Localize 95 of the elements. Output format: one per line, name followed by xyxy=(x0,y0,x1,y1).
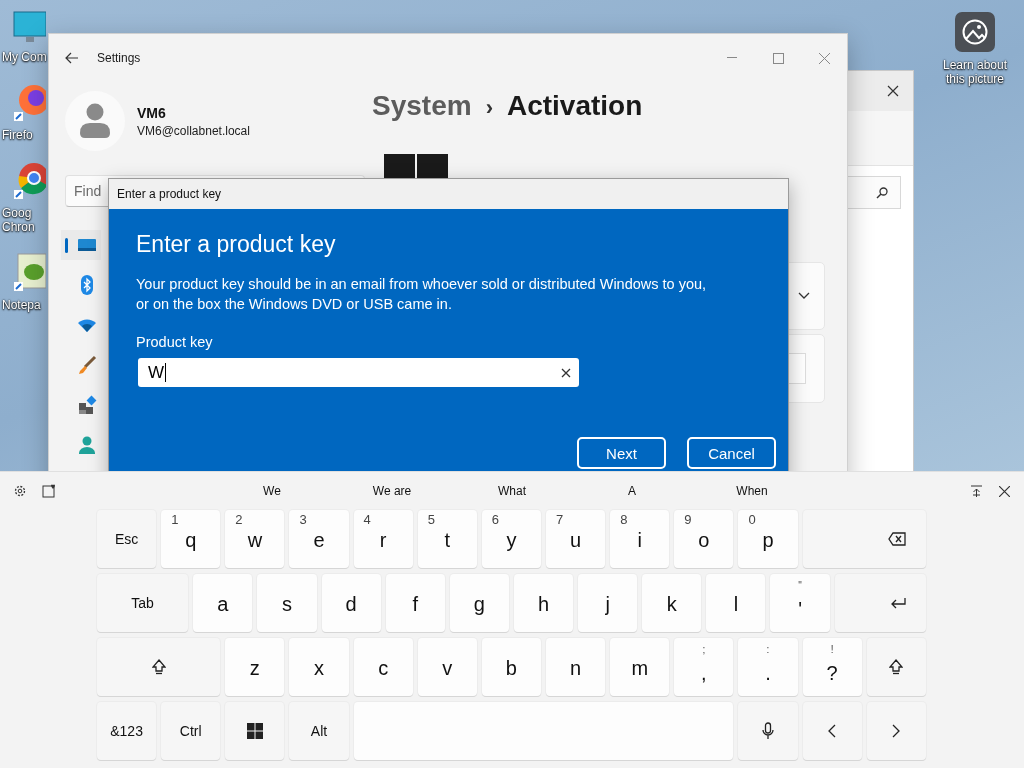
windows-logo-icon xyxy=(384,154,448,178)
dialog-heading: Enter a product key xyxy=(136,231,337,258)
key-hint: 3 xyxy=(299,512,307,527)
key-hint: 6 xyxy=(491,512,500,527)
key[interactable]: x xyxy=(289,638,349,696)
key[interactable]: Ctrl xyxy=(161,702,221,760)
notepad-icon xyxy=(12,252,46,292)
key-hint: " xyxy=(797,580,803,591)
key[interactable]: 8 i xyxy=(610,510,670,568)
chevron-down-icon xyxy=(798,292,810,300)
key[interactable]: ! ? xyxy=(802,638,862,696)
backspace-icon xyxy=(887,532,906,546)
shift-icon xyxy=(151,659,166,675)
key[interactable]: &123 xyxy=(97,702,157,760)
key[interactable]: b xyxy=(481,638,541,696)
key[interactable]: d xyxy=(321,574,381,632)
key[interactable]: Tab xyxy=(97,574,189,632)
key[interactable]: : . xyxy=(738,638,798,696)
key-hint: 5 xyxy=(427,512,435,527)
key[interactable]: 1 q xyxy=(161,510,221,568)
word-suggestion[interactable]: A xyxy=(572,484,692,498)
clear-icon[interactable] xyxy=(561,367,571,378)
key[interactable]: Esc xyxy=(97,510,157,568)
key[interactable]: 0 p xyxy=(738,510,798,568)
key[interactable]: s xyxy=(257,574,317,632)
key[interactable]: a xyxy=(193,574,253,632)
monitor-icon xyxy=(12,10,46,44)
key[interactable]: g xyxy=(449,574,509,632)
dialog-description: Your product key should be in an email from whoever sold or distributed Windows to you, or on the box the Windows DVD or USB came in. xyxy=(136,275,708,314)
picture-info-button[interactable] xyxy=(955,12,995,52)
enter-icon xyxy=(889,597,906,609)
key-hint: 4 xyxy=(363,512,371,527)
key-hint: ; xyxy=(701,644,707,655)
user-email: VM6@collabnet.local xyxy=(137,123,250,138)
windows-icon xyxy=(246,723,263,739)
field-label: Product key xyxy=(136,334,214,350)
chevron-right-icon xyxy=(892,724,901,738)
microphone-key[interactable] xyxy=(738,702,798,760)
key[interactable]: c xyxy=(353,638,413,696)
word-suggestion[interactable]: When xyxy=(692,484,812,498)
key-hint: 0 xyxy=(748,512,756,527)
key-hint: 2 xyxy=(235,512,243,527)
page-title: Activation xyxy=(506,90,643,122)
browser-icon xyxy=(12,160,46,200)
key[interactable]: 4 r xyxy=(353,510,413,568)
key[interactable]: 5 t xyxy=(417,510,477,568)
key[interactable]: j xyxy=(578,574,638,632)
chevron-left-icon xyxy=(828,724,837,738)
next-button[interactable]: Next xyxy=(577,437,666,469)
key-hint: ! xyxy=(829,644,835,655)
windows-key[interactable] xyxy=(225,702,285,760)
brush-icon xyxy=(77,355,97,375)
key[interactable]: h xyxy=(513,574,574,632)
product-key-field[interactable]: W xyxy=(138,358,579,387)
key-hint: 1 xyxy=(171,512,179,527)
key[interactable]: m xyxy=(610,638,670,696)
key[interactable]: 9 o xyxy=(674,510,734,568)
key[interactable]: Alt xyxy=(289,702,349,760)
shift-key[interactable] xyxy=(866,638,926,696)
key-hint: 9 xyxy=(684,512,692,527)
back-arrow-icon[interactable] xyxy=(65,52,79,64)
apps-icon xyxy=(77,395,97,415)
close-icon[interactable] xyxy=(887,85,899,97)
key[interactable]: 6 y xyxy=(481,510,541,568)
nav-item[interactable] xyxy=(61,230,101,260)
key[interactable]: 2 w xyxy=(225,510,285,568)
key-hint: 7 xyxy=(556,512,564,527)
word-suggestion[interactable]: We are xyxy=(332,484,452,498)
person-icon xyxy=(77,435,97,455)
shift-icon xyxy=(889,659,904,675)
key[interactable]: 7 u xyxy=(546,510,606,568)
key[interactable]: v xyxy=(417,638,477,696)
breadcrumb-separator: › xyxy=(485,95,493,121)
key[interactable]: " ' xyxy=(770,574,830,632)
dialog-title: Enter a product key xyxy=(109,179,788,209)
key-hint: 8 xyxy=(620,512,628,527)
key[interactable]: f xyxy=(385,574,445,632)
user-name: VM6 xyxy=(137,104,167,121)
key-hint: : xyxy=(765,644,771,655)
key[interactable]: ; , xyxy=(674,638,734,696)
search-icon xyxy=(876,186,888,199)
word-suggestion[interactable]: We xyxy=(212,484,332,498)
minimize-icon[interactable] xyxy=(727,57,737,59)
breadcrumb-parent[interactable]: System xyxy=(372,90,472,122)
key[interactable]: l xyxy=(706,574,766,632)
key[interactable]: z xyxy=(225,638,285,696)
word-suggestion[interactable]: What xyxy=(452,484,572,498)
key[interactable]: 3 e xyxy=(289,510,349,568)
maximize-icon[interactable] xyxy=(772,52,784,64)
window-title: Settings xyxy=(97,51,141,65)
browser-icon xyxy=(12,82,46,122)
microphone-icon xyxy=(762,722,774,740)
key[interactable]: n xyxy=(546,638,606,696)
cancel-button[interactable]: Cancel xyxy=(687,437,776,469)
key[interactable]: k xyxy=(642,574,702,632)
